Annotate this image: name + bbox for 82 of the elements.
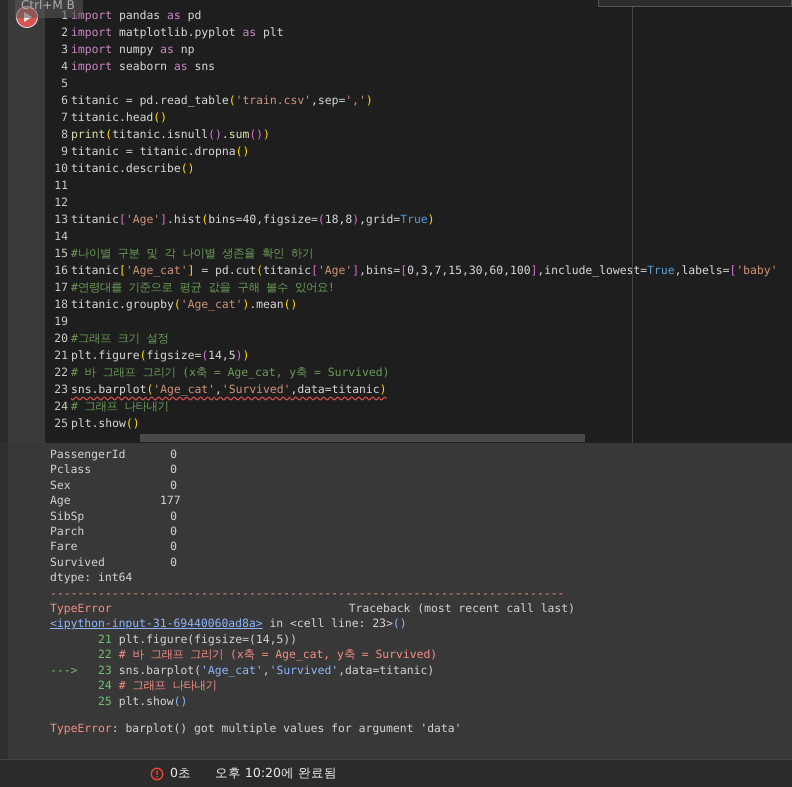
output-text: Age: [50, 493, 72, 509]
code-line: #나이별 구분 및 각 나이별 생존율 확인 하기: [71, 245, 313, 262]
line-number: 19: [53, 313, 69, 330]
code-line: titanic['Age'].hist(bins=40,figsize=(18,8),grid=True): [71, 211, 435, 228]
line-number: 20: [53, 330, 69, 347]
code-line: # 바 그래프 그리기 (x축 = Age_cat, y축 = Survived): [71, 364, 390, 381]
line-number: 7: [60, 109, 69, 126]
output-text: 0: [169, 478, 177, 494]
traceback-code: sns.barplot('Age_cat','Survived',data=titanic): [118, 662, 434, 678]
code-line: #그래프 크기 설정: [71, 330, 169, 347]
output-text: Survived: [50, 554, 106, 570]
output-text: 0: [169, 447, 177, 462]
code-line: import matplotlib.pyplot as plt: [71, 24, 284, 41]
line-number: 23: [53, 381, 69, 398]
line-number: 13: [53, 211, 69, 228]
line-number: 9: [60, 143, 69, 160]
code-line: # 그래프 나타내기: [71, 398, 169, 415]
duration-text: 0초: [170, 765, 191, 782]
line-number: 21: [53, 347, 69, 364]
separator-text: ---------------------------------------------------------------------------: [50, 586, 566, 602]
code-line: import seaborn as sns: [71, 58, 216, 75]
line-number: 14: [53, 228, 69, 245]
output-text: Parch: [50, 524, 86, 540]
code-line: titanic.groupby('Age_cat').mean(): [71, 296, 298, 313]
line-number: 23: [98, 662, 112, 678]
output-text: Pclass: [50, 462, 92, 478]
output-text: dtype: int64: [50, 570, 134, 586]
traceback-code: plt.show(): [118, 694, 188, 709]
code-line: plt.figure(figsize=(14,5)): [71, 347, 250, 364]
line-number: 22: [98, 647, 112, 663]
completion-text: 오후 10:20에 완료됨: [214, 765, 337, 782]
line-number: 16: [53, 262, 69, 279]
code-line: import pandas as pd: [71, 8, 202, 24]
error-message: TypeError: barplot() got multiple values for argument 'data': [50, 720, 462, 736]
line-number: 22: [53, 364, 69, 381]
code-line: titanic = pd.read_table('train.csv',sep=','): [71, 92, 373, 109]
traceback-link[interactable]: <ipython-input-31-69440060ad8a>: [50, 616, 263, 630]
code-line: #연령대를 기준으로 평균 값을 구해 볼수 있어요!: [71, 279, 335, 296]
line-number: 24: [53, 398, 69, 415]
output-text: Fare: [50, 539, 78, 555]
output-text: PassengerId: [50, 447, 126, 462]
traceback-code: # 그래프 나타내기: [118, 678, 216, 694]
line-number: 2: [60, 24, 69, 41]
error-icon: [150, 766, 164, 780]
scrollbar-thumb[interactable]: [140, 434, 585, 442]
code-line: import numpy as np: [71, 41, 194, 58]
output-text: 0: [169, 524, 177, 540]
line-number: 25: [98, 694, 112, 709]
output-text: in <cell line: 23>(): [268, 616, 407, 630]
traceback-code: plt.figure(figsize=(14,5)): [118, 632, 298, 648]
arrow-marker: --->: [50, 662, 78, 678]
output-text: 0: [169, 462, 177, 478]
output-text: 0: [169, 554, 177, 570]
output-text: SibSp: [50, 508, 86, 524]
line-number: 10: [53, 160, 69, 177]
line-number: 5: [60, 75, 69, 92]
error-name: TypeError: [50, 601, 112, 616]
output-text: Sex: [50, 478, 72, 494]
code-line: titanic.head(): [71, 109, 168, 126]
line-number: 25: [53, 415, 69, 432]
code-line: plt.show(): [71, 415, 140, 432]
traceback-header: Traceback (most recent call last): [348, 601, 575, 616]
code-line: titanic['Age_cat'] = pd.cut(titanic['Age'],bins=[0,3,7,15,30,60,100],include_lowest=True,labels=['baby': [71, 262, 778, 279]
line-number: 18: [53, 296, 69, 313]
code-line: titanic.describe(): [71, 160, 194, 177]
line-number: 15: [53, 245, 69, 262]
code-line: sns.barplot('Age_cat','Survived',data=titanic): [71, 381, 386, 398]
line-number: 21: [98, 632, 112, 648]
line-number: 6: [60, 92, 69, 109]
output-text: 0: [169, 508, 177, 524]
line-number: 11: [53, 177, 69, 194]
line-number: 8: [60, 126, 69, 143]
line-number: 4: [60, 58, 69, 75]
code-line: titanic = titanic.dropna(): [71, 143, 250, 160]
line-number: 12: [53, 194, 69, 211]
code-line: print(titanic.isnull().sum()): [71, 126, 270, 143]
line-number: 3: [60, 41, 69, 58]
line-number: 1: [61, 8, 68, 24]
output-text: 0: [169, 539, 177, 555]
traceback-code: # 바 그래프 그리기 (x축 = Age_cat, y축 = Survived): [118, 647, 438, 663]
line-number: 24: [98, 678, 112, 694]
line-number: 17: [53, 279, 69, 296]
